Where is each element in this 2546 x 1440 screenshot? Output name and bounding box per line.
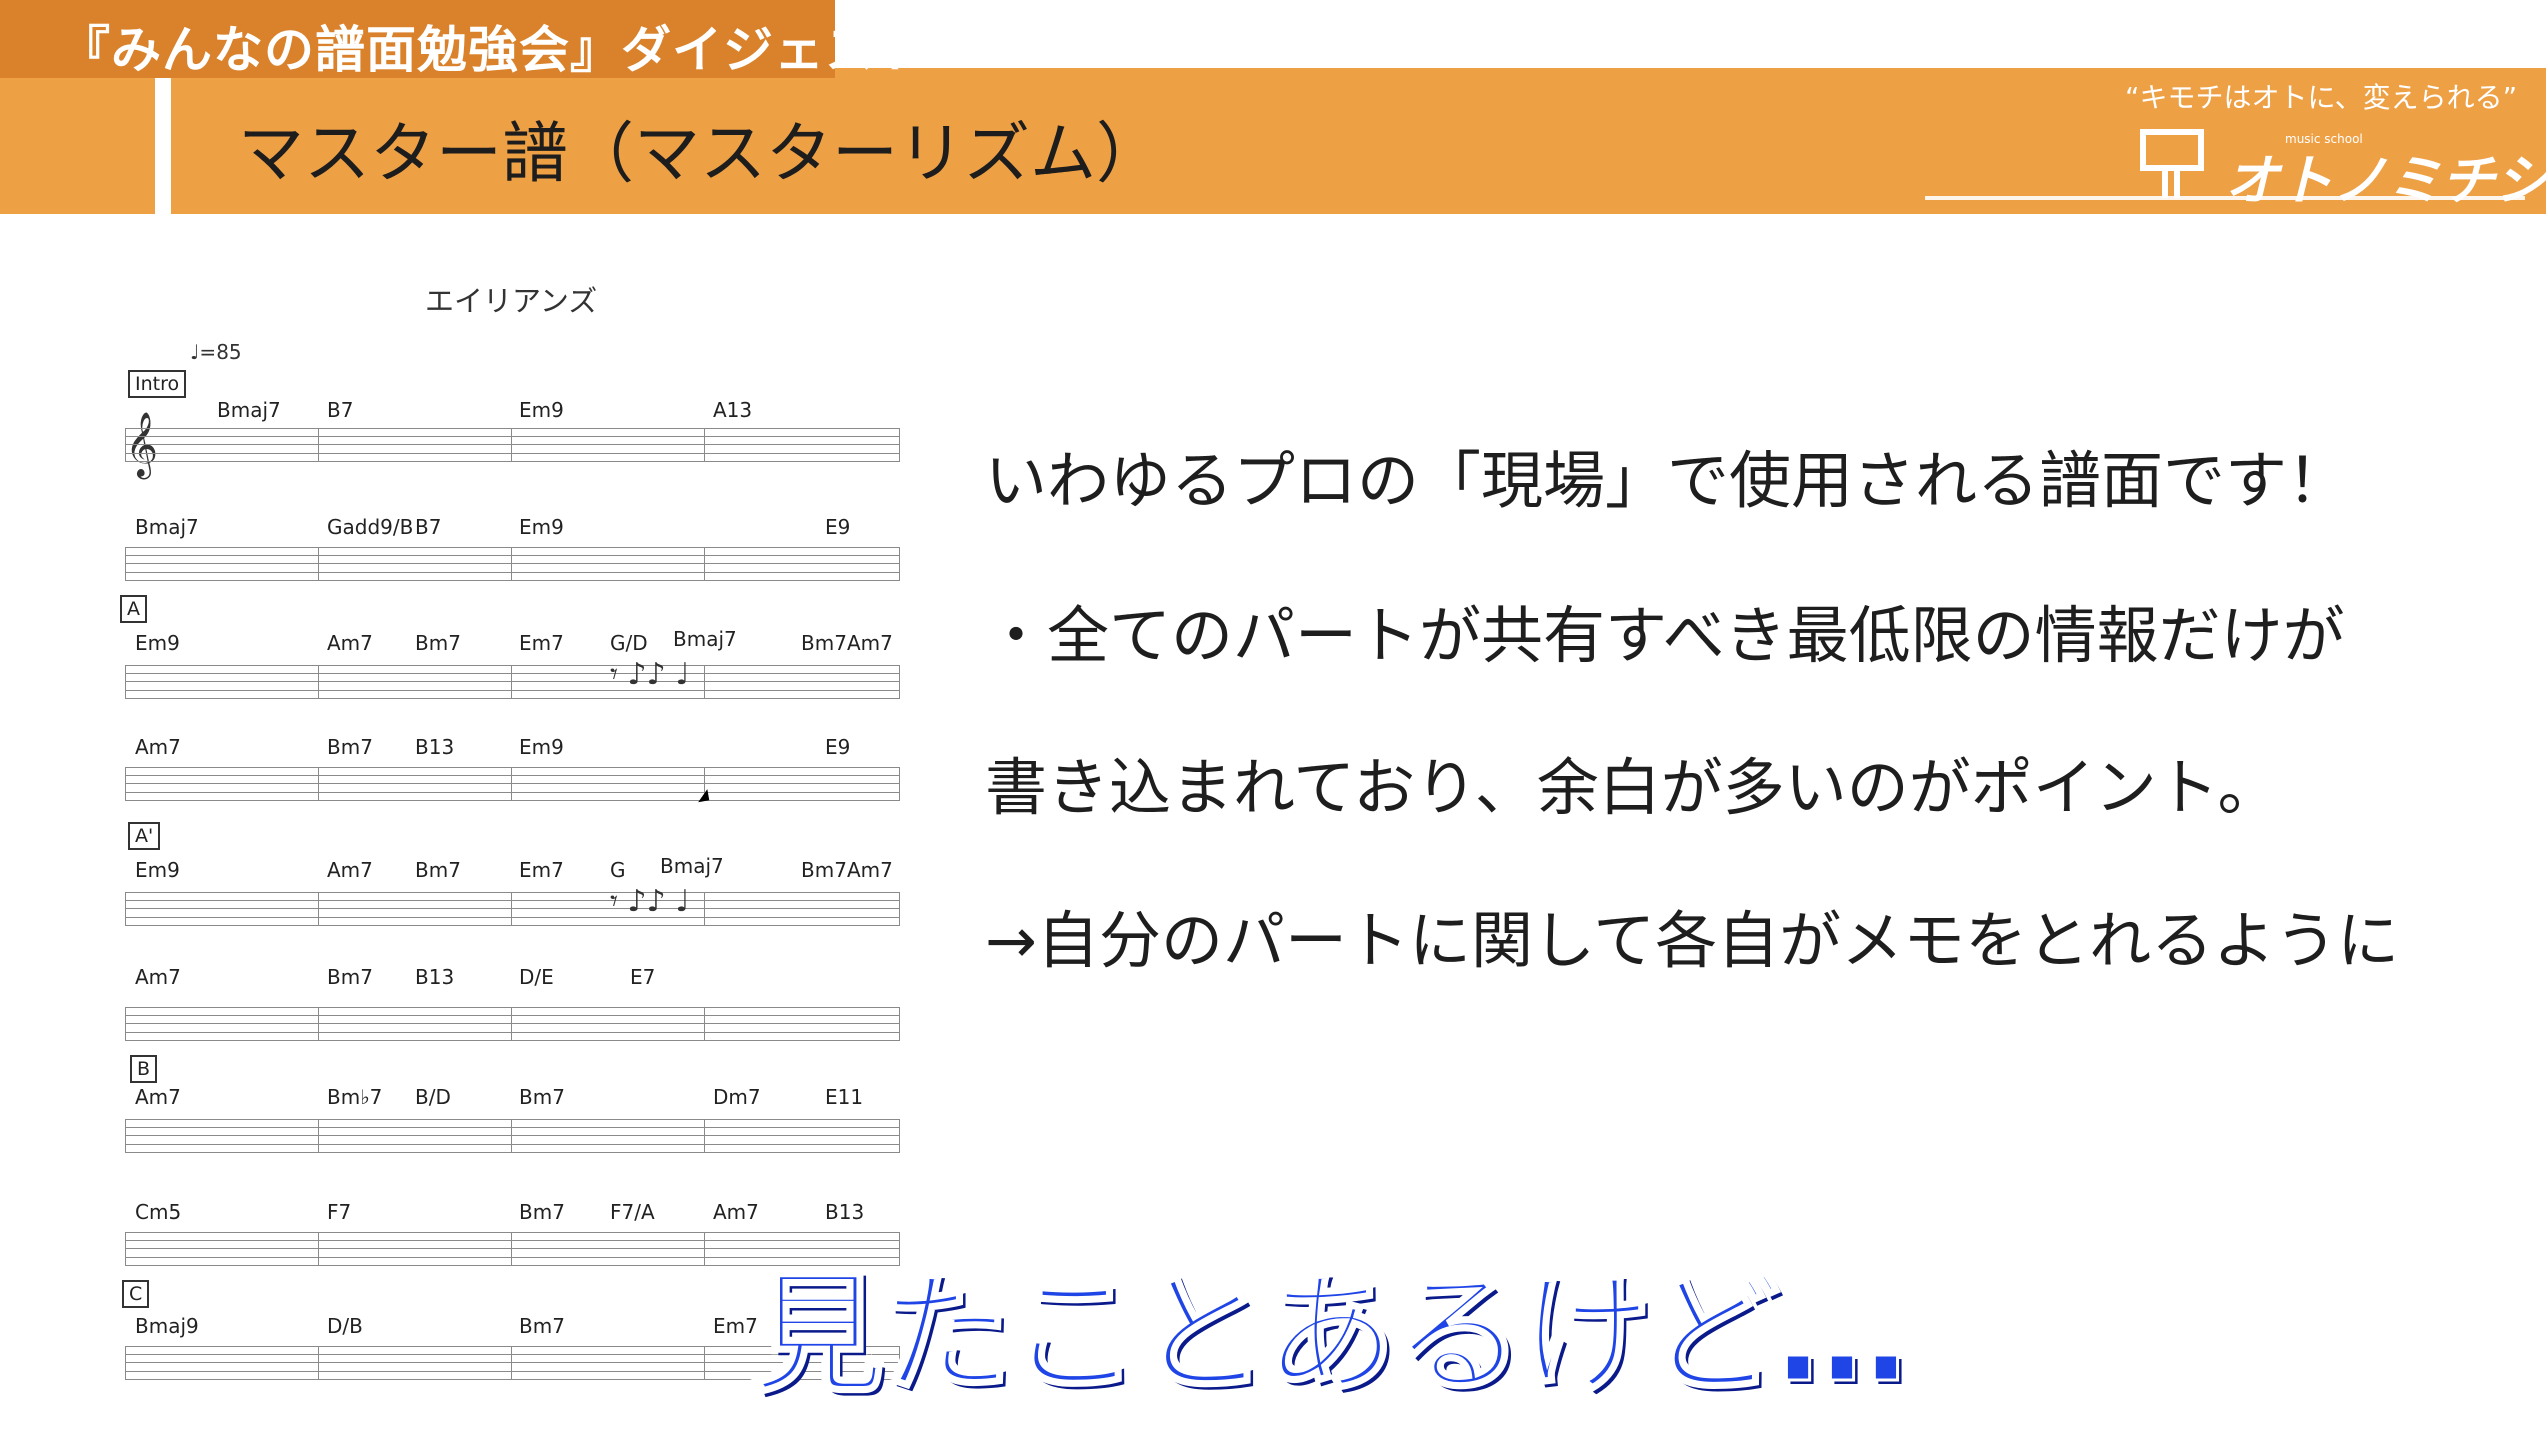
chord: G/D <box>610 631 648 655</box>
body-line-1: いわゆるプロの「現場」で使用される譜面です！ <box>985 444 2350 517</box>
chord: Am7 <box>327 631 373 655</box>
chord: Em9 <box>135 858 180 882</box>
chord: Dm7 <box>713 1085 761 1109</box>
rhythm-notes-icon: 𝄾 ♪♪ ♩ <box>610 657 690 692</box>
chord: D/B <box>327 1314 363 1338</box>
staff <box>125 547 900 581</box>
chord: Am7 <box>135 1085 181 1109</box>
chord: Bmaj7 <box>673 627 737 651</box>
chord: B7 <box>327 398 354 422</box>
chord: E9 <box>825 735 851 759</box>
body-line-4: →自分のパートに関して各自がメモをとれるように <box>985 904 2400 977</box>
chord: Bm7 <box>519 1085 565 1109</box>
slide-title: マスター譜（マスターリズム） <box>238 115 1162 192</box>
chord: Em7 <box>519 858 564 882</box>
chord: Bm7 <box>327 965 373 989</box>
chord: Bm7 <box>415 858 461 882</box>
tagline-box: 『みんなの譜面勉強会』ダイジェスト♪ <box>0 0 959 79</box>
chord: B7 <box>415 515 442 539</box>
video-caption: 見たことあるけど… <box>751 1257 1910 1414</box>
staff <box>125 767 900 801</box>
school-logo: “キモチはオトに、変えられる” music school オトノミチシルベ <box>1925 78 2546 212</box>
chord: E9 <box>825 515 851 539</box>
chord: Bm7 <box>519 1200 565 1224</box>
chord: B13 <box>415 965 455 989</box>
chord: Am7 <box>135 735 181 759</box>
chord: Bm♭7 <box>327 1085 383 1109</box>
logo-underline <box>1925 196 2525 200</box>
chord: Bmaj7 <box>660 854 724 878</box>
logo-catchphrase: “キモチはオトに、変えられる” <box>2125 81 2518 114</box>
chord: Bm7 <box>801 631 847 655</box>
rehearsal-mark-a: A <box>120 595 147 623</box>
chord: Am7 <box>847 631 893 655</box>
sheet-title: エイリアンズ <box>425 284 598 318</box>
rehearsal-mark-b: B <box>130 1055 158 1083</box>
chord: A13 <box>713 398 753 422</box>
chord: Em9 <box>519 735 564 759</box>
body-line-2: ・全てのパートが共有すべき最低限の情報だけが <box>985 599 2345 672</box>
chord: Em7 <box>519 631 564 655</box>
logo-name: オトノミチシルベ <box>2225 149 2546 212</box>
chord: Bm7 <box>801 858 847 882</box>
title-divider <box>155 78 171 214</box>
chord: Am7 <box>135 965 181 989</box>
staff <box>125 892 900 926</box>
rehearsal-mark-a-prime: A' <box>128 822 161 850</box>
chord: D/E <box>519 965 554 989</box>
chord: Em9 <box>519 398 564 422</box>
rehearsal-mark-intro: Intro <box>128 370 187 398</box>
chord: Bm7 <box>519 1314 565 1338</box>
signpost-icon <box>2140 129 2204 198</box>
chord: Em9 <box>135 631 180 655</box>
staff <box>125 428 900 462</box>
chord: Gadd9/B <box>327 515 414 539</box>
chord: Am7 <box>327 858 373 882</box>
tagline: 『みんなの譜面勉強会』ダイジェスト♪ <box>60 21 960 79</box>
chord: B13 <box>415 735 455 759</box>
chord: E7 <box>630 965 656 989</box>
staff <box>125 1119 900 1153</box>
chord: F7/A <box>610 1200 655 1224</box>
chord: Bm7 <box>415 631 461 655</box>
tempo-marking: ♩=85 <box>190 340 242 364</box>
chord: F7 <box>327 1200 352 1224</box>
staff <box>125 665 900 699</box>
staff <box>125 1007 900 1041</box>
chord: Am7 <box>847 858 893 882</box>
chord: B13 <box>825 1200 865 1224</box>
chord: E11 <box>825 1085 864 1109</box>
chord: G <box>610 858 626 882</box>
chord: Bm7 <box>327 735 373 759</box>
chord: Bmaj9 <box>135 1314 199 1338</box>
chord: Cm5 <box>135 1200 182 1224</box>
chord: Bmaj7 <box>135 515 199 539</box>
rhythm-notes-icon: 𝄾 ♪♪ ♩ <box>610 884 690 919</box>
chord: Bmaj7 <box>217 398 281 422</box>
rehearsal-mark-c: C <box>122 1280 150 1308</box>
chord: B/D <box>415 1085 451 1109</box>
title-left-strip <box>0 68 155 214</box>
chord: Am7 <box>713 1200 759 1224</box>
body-line-3: 書き込まれており、余白が多いのがポイント。 <box>985 751 2280 824</box>
chord: Em9 <box>519 515 564 539</box>
